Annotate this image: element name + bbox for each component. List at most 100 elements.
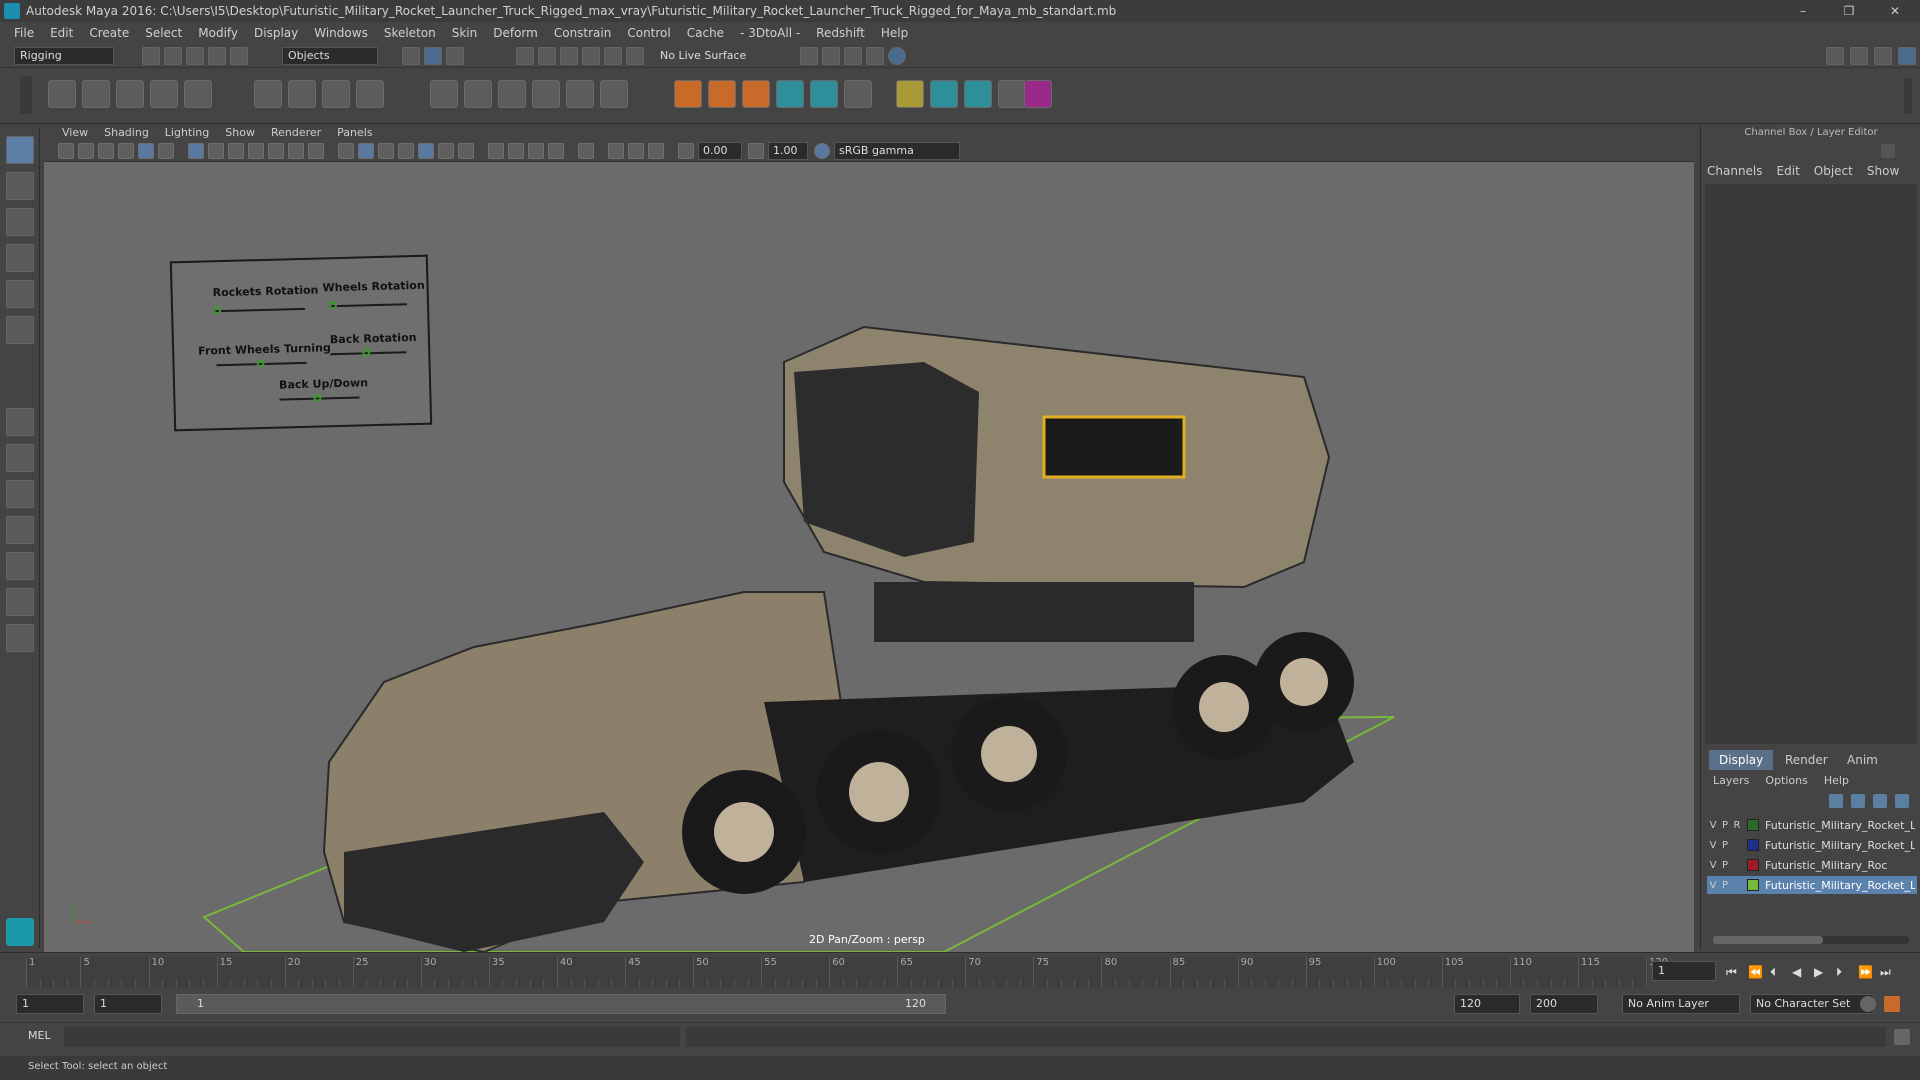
pole-vector-icon[interactable] (600, 80, 628, 108)
redshift-material-icon[interactable] (1024, 80, 1052, 108)
gamma-icon[interactable] (748, 143, 764, 159)
perspective-viewport[interactable]: Rockets Rotation Wheels Rotation Front W… (44, 162, 1694, 952)
resolution-gate-icon[interactable] (228, 143, 244, 159)
motion-blur-icon[interactable] (508, 143, 524, 159)
shelf-tabs-handle-icon[interactable] (20, 76, 32, 114)
grease-pencil-icon[interactable] (158, 143, 174, 159)
channel-box-menu-object[interactable]: Object (1814, 164, 1853, 178)
orient-constraint-icon[interactable] (498, 80, 526, 108)
auto-key-icon[interactable] (1860, 996, 1876, 1012)
use-default-material-icon[interactable] (378, 143, 394, 159)
snap-curve-icon[interactable] (538, 47, 556, 65)
snap-surface-icon[interactable] (604, 47, 622, 65)
safe-title-icon[interactable] (308, 143, 324, 159)
go-to-start-icon[interactable]: ⏮ (1726, 965, 1737, 980)
xray-active-icon[interactable] (628, 143, 644, 159)
shelf-scroll-icon[interactable] (1904, 78, 1912, 114)
time-ruler[interactable]: 1 5 10 15 20 25 30 35 40 45 50 55 60 65 70 75 80 85 90 95 10… (26, 957, 1668, 987)
go-to-end-icon[interactable]: ⏭ (1880, 965, 1891, 980)
aim-constraint-icon[interactable] (566, 80, 594, 108)
color-management-icon[interactable] (814, 143, 830, 159)
tab-render[interactable]: Render (1775, 750, 1838, 770)
wireframe-on-shaded-icon[interactable] (398, 143, 414, 159)
select-object-icon[interactable] (424, 47, 442, 65)
cluster-icon[interactable] (356, 80, 384, 108)
xray-icon[interactable] (608, 143, 624, 159)
new-empty-layer-icon[interactable] (1873, 794, 1887, 808)
animation-end-field[interactable]: 200 (1530, 994, 1598, 1014)
cv-curve-icon[interactable] (708, 80, 736, 108)
anim-layer-dropdown[interactable]: No Anim Layer (1622, 994, 1740, 1014)
view-transform-dropdown[interactable]: sRGB gamma (834, 142, 960, 160)
layer-row[interactable]: V P Futuristic_Military_Rocket_La (1707, 836, 1917, 854)
viewport-menu-renderer[interactable]: Renderer (263, 126, 329, 139)
tool-settings-icon[interactable] (1874, 47, 1892, 65)
screen-space-ao-icon[interactable] (488, 143, 504, 159)
layer-color-swatch[interactable] (1747, 879, 1759, 891)
open-scene-icon[interactable] (164, 47, 182, 65)
restore-button[interactable]: ❐ (1826, 0, 1872, 22)
nurbs-circle-icon[interactable] (742, 80, 770, 108)
save-scene-icon[interactable] (186, 47, 204, 65)
mirror-joint-icon[interactable] (184, 80, 212, 108)
scale-tool-icon[interactable] (6, 316, 34, 344)
bookmark-icon[interactable] (98, 143, 114, 159)
3dtoall-b-icon[interactable] (810, 80, 838, 108)
make-live-icon[interactable] (626, 47, 644, 65)
grid-toggle-icon[interactable] (188, 143, 204, 159)
command-input[interactable] (64, 1027, 680, 1047)
range-slider-bar[interactable]: 1 120 (176, 994, 946, 1014)
step-forward-frame-icon[interactable]: ⏩ (1858, 965, 1873, 979)
close-button[interactable]: ✕ (1872, 0, 1918, 22)
animation-start-field[interactable]: 1 (16, 994, 84, 1014)
show-manipulator-icon[interactable] (6, 408, 34, 436)
animation-preferences-icon[interactable] (1884, 996, 1900, 1012)
layer-row[interactable]: V P Futuristic_Military_Roc (1707, 856, 1917, 874)
menu-help[interactable]: Help (873, 26, 916, 40)
menu-cache[interactable]: Cache (679, 26, 732, 40)
menu-display[interactable]: Display (246, 26, 306, 40)
layer-scrollbar-thumb[interactable] (1713, 936, 1823, 944)
ik-handle-icon[interactable] (82, 80, 110, 108)
channel-box-panel[interactable] (1705, 184, 1917, 744)
menu-constrain[interactable]: Constrain (546, 26, 620, 40)
bind-skin-icon[interactable] (254, 80, 282, 108)
depth-of-field-icon[interactable] (548, 143, 564, 159)
snap-grid-icon[interactable] (516, 47, 534, 65)
viewport-menu-lighting[interactable]: Lighting (157, 126, 217, 139)
redshift-proxy-icon[interactable] (998, 80, 1026, 108)
select-component-icon[interactable] (446, 47, 464, 65)
move-tool-icon[interactable] (6, 244, 34, 272)
channel-box-menu-channels[interactable]: Channels (1707, 164, 1763, 178)
ipr-render-icon[interactable] (844, 47, 862, 65)
exposure-field[interactable]: 0.00 (698, 142, 742, 160)
channel-box-menu-edit[interactable]: Edit (1777, 164, 1800, 178)
step-back-frame-icon[interactable]: ⏪ (1748, 965, 1763, 979)
scale-constraint-icon[interactable] (532, 80, 560, 108)
render-settings-icon[interactable] (866, 47, 884, 65)
layer-playback-toggle[interactable]: P (1719, 860, 1731, 871)
undo-icon[interactable] (208, 47, 226, 65)
persp-graph-layout-icon[interactable] (6, 552, 34, 580)
safe-action-icon[interactable] (288, 143, 304, 159)
menu-edit[interactable]: Edit (42, 26, 81, 40)
viewport-menu-panels[interactable]: Panels (329, 126, 380, 139)
lasso-tool-icon[interactable] (6, 172, 34, 200)
layer-row[interactable]: V P Futuristic_Military_Rocket_La (1707, 876, 1917, 894)
hypershade-icon[interactable] (888, 47, 906, 65)
3dtoall-a-icon[interactable] (776, 80, 804, 108)
persp-outliner-layout-icon[interactable] (6, 516, 34, 544)
menu-file[interactable]: File (6, 26, 42, 40)
playback-start-field[interactable]: 1 (94, 994, 162, 1014)
paint-weights-icon[interactable] (288, 80, 316, 108)
four-view-layout-icon[interactable] (6, 444, 34, 472)
menu-select[interactable]: Select (137, 26, 190, 40)
menu-modify[interactable]: Modify (190, 26, 246, 40)
new-layer-selected-icon[interactable] (1895, 794, 1909, 808)
snap-point-icon[interactable] (560, 47, 578, 65)
layer-visibility-toggle[interactable]: V (1707, 860, 1719, 871)
menu-set-dropdown[interactable]: Rigging (14, 47, 114, 65)
anti-aliasing-icon[interactable] (528, 143, 544, 159)
channel-box-menu-show[interactable]: Show (1867, 164, 1899, 178)
front-wheels-turning-control[interactable] (256, 358, 265, 368)
